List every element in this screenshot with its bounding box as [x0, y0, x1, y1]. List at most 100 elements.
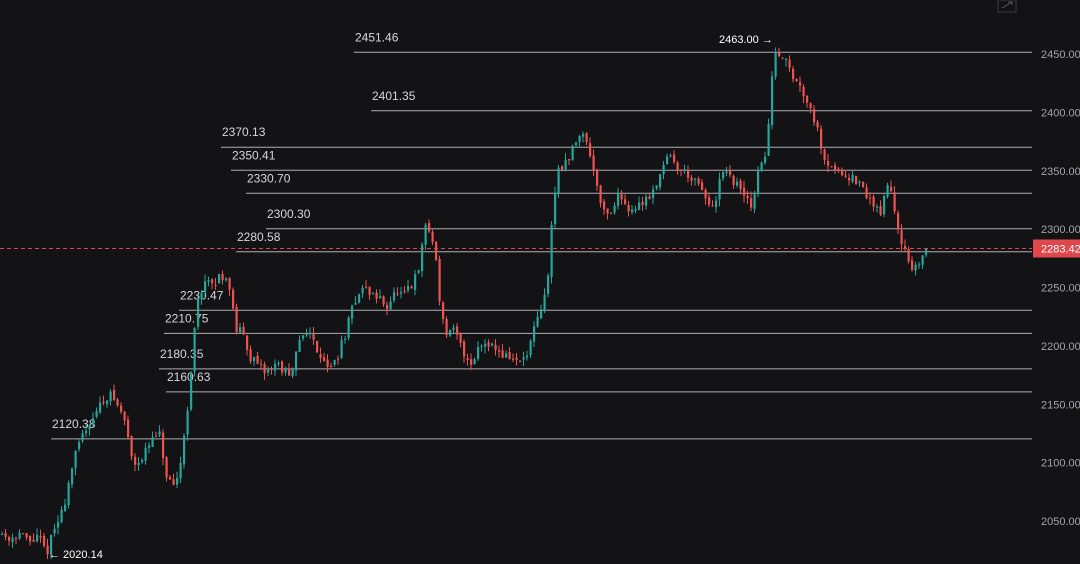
candle-body — [410, 286, 413, 289]
candle-body — [760, 162, 763, 171]
candle-body — [148, 445, 151, 448]
candle-body — [113, 389, 116, 400]
candle-body — [673, 154, 676, 162]
candle-body — [246, 335, 249, 350]
candle-body — [267, 369, 270, 373]
candle-body — [473, 359, 476, 365]
candle-body — [358, 294, 361, 303]
candle-body — [697, 178, 700, 184]
candle-body — [372, 293, 375, 295]
candle-body — [330, 365, 333, 367]
candle-body — [235, 306, 238, 332]
candle-body — [774, 52, 777, 77]
candle-body — [162, 432, 165, 459]
candle-body — [498, 350, 501, 352]
candle-body — [522, 357, 525, 360]
candle-body — [620, 194, 623, 200]
candle-body — [109, 391, 112, 402]
candle-body — [634, 209, 637, 211]
candle-body — [519, 360, 522, 362]
candle-body — [463, 341, 466, 357]
candle-body — [407, 286, 410, 291]
fullscreen-icon[interactable] — [997, 0, 1017, 13]
candle-body — [400, 292, 403, 294]
candle-body — [284, 369, 287, 373]
candle-body — [585, 133, 588, 143]
candle-body — [141, 460, 144, 463]
low-price-label: ← 2020.14 — [49, 549, 103, 559]
candle-body — [610, 212, 613, 214]
candle-body — [32, 539, 35, 542]
candle-body — [568, 159, 571, 161]
candle-body — [823, 149, 826, 161]
candle-body — [648, 196, 651, 200]
candle-body — [456, 326, 459, 335]
candle-body — [543, 294, 546, 311]
candle-body — [302, 335, 305, 339]
candle-body — [708, 197, 711, 205]
candle-body — [617, 192, 620, 206]
candle-body — [694, 178, 697, 180]
candle-body — [624, 199, 627, 205]
candle-body — [256, 355, 259, 364]
extreme-markers: 2463.00 → ← 2020.14 — [49, 34, 773, 561]
candle-body — [459, 333, 462, 343]
candle-body — [197, 298, 200, 327]
candle-body — [501, 350, 504, 358]
candle-body — [186, 410, 189, 435]
candle-body — [351, 305, 354, 319]
candle-body — [39, 536, 42, 538]
candle-body — [92, 418, 95, 426]
candle-body — [722, 171, 725, 179]
candle-body — [592, 155, 595, 171]
candle-body — [379, 296, 382, 299]
candle-body — [914, 264, 917, 271]
candle-body — [862, 181, 865, 188]
candle-body — [88, 425, 91, 430]
candle-body — [921, 255, 924, 265]
candle-body — [8, 537, 11, 541]
candle-body — [827, 161, 830, 166]
chart-canvas[interactable]: 2451.46 2401.35 2370.13 2350.41 2330.70 2300.… — [0, 0, 1080, 561]
candle-body — [778, 52, 781, 57]
horizontal-levels: 2451.46 2401.35 2370.13 2350.41 2330.70 2300.… — [51, 30, 1032, 440]
candle-body — [564, 159, 567, 170]
candle-body — [211, 279, 214, 284]
candle-body — [834, 165, 837, 171]
candle-body — [4, 532, 7, 537]
axis-tick-label: 2350.00 — [1041, 166, 1080, 178]
candle-body — [781, 57, 784, 59]
candle-body — [396, 293, 399, 295]
candle-body — [316, 340, 319, 353]
candle-body — [799, 82, 802, 86]
candle-body — [669, 155, 672, 157]
candle-body — [183, 435, 186, 465]
candle-body — [207, 279, 210, 282]
candle-body — [554, 192, 557, 225]
level-label: 2401.35 — [372, 89, 416, 103]
candle-body — [484, 343, 487, 347]
current-price-label: 2283.42 — [1041, 243, 1080, 255]
candle-body — [746, 195, 749, 199]
candle-body — [785, 58, 788, 60]
axis-tick-label: 2250.00 — [1041, 283, 1080, 295]
candle-body — [613, 205, 616, 213]
candle-body — [645, 196, 648, 206]
candle-body — [753, 192, 756, 209]
candle-body — [15, 538, 18, 540]
candle-body — [221, 274, 224, 281]
candle-body — [869, 197, 872, 199]
candle-body — [386, 304, 389, 309]
candle-body — [907, 249, 910, 262]
candle-body — [659, 174, 662, 188]
candle-body — [263, 364, 266, 374]
candle-body — [743, 187, 746, 196]
candle-body — [855, 175, 858, 185]
candle-body — [442, 302, 445, 320]
candle-body — [680, 169, 683, 171]
candle-body — [529, 340, 532, 356]
candle-body — [375, 292, 378, 299]
price-chart[interactable]: 2451.46 2401.35 2370.13 2350.41 2330.70 2300.… — [0, 0, 1080, 561]
candle-body — [683, 169, 686, 171]
candle-body — [925, 248, 928, 256]
